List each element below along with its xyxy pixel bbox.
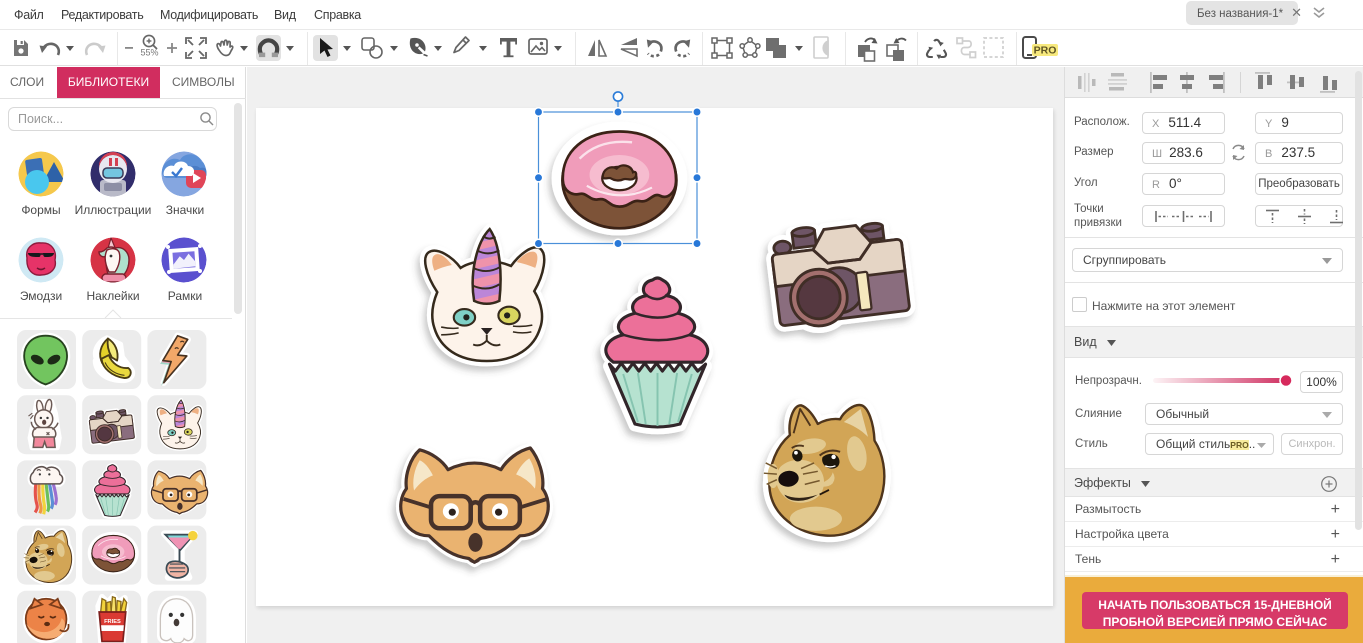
svg-text:PRO: PRO — [1034, 45, 1057, 57]
svg-text:55%: 55% — [140, 48, 158, 58]
